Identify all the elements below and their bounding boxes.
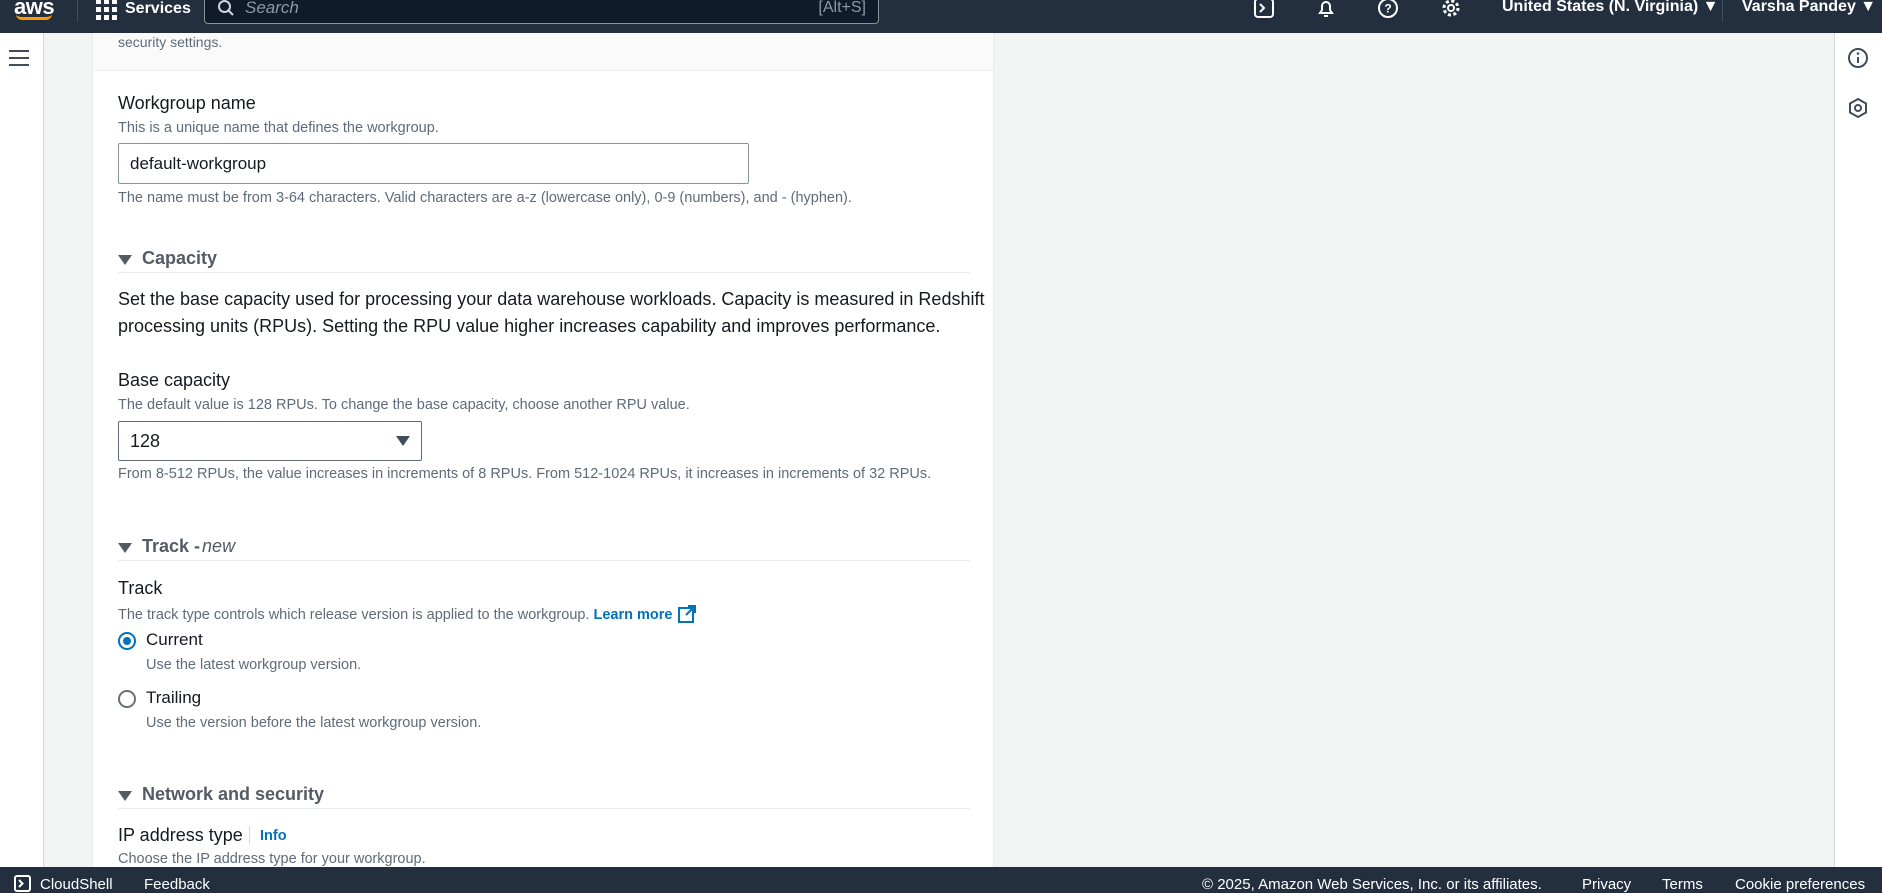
panel-header: security settings. (93, 33, 993, 71)
track-current-label[interactable]: Current (146, 630, 203, 650)
base-capacity-constraint: From 8-512 RPUs, the value increases in … (118, 466, 932, 482)
feedback-link[interactable]: Feedback (144, 876, 210, 893)
cloudshell-link[interactable]: CloudShell (40, 876, 113, 893)
cookie-preferences-link[interactable]: Cookie preferences (1735, 876, 1865, 893)
create-workgroup-panel: security settings. Workgroup name This i… (92, 33, 994, 867)
network-security-section-title: Network and security (142, 784, 325, 804)
right-tools-rail (1834, 33, 1882, 867)
track-section-header[interactable]: Track - new (118, 533, 970, 561)
track-description-row: The track type controls which release ve… (118, 604, 697, 624)
capacity-description-line1: Set the base capacity used for processin… (118, 289, 985, 309)
cloudshell-icon[interactable] (1252, 0, 1276, 20)
settings-gear-icon[interactable] (1439, 0, 1463, 20)
capacity-description-line2: processing units (RPUs). Setting the RPU… (118, 316, 941, 336)
base-capacity-description: The default value is 128 RPUs. To change… (118, 397, 690, 413)
learn-more-link[interactable]: Learn more (594, 607, 673, 623)
console-footer: CloudShell Feedback © 2025, Amazon Web S… (0, 867, 1882, 893)
terms-link[interactable]: Terms (1662, 876, 1703, 893)
ip-address-type-label: IP address type (118, 825, 243, 845)
base-capacity-value: 128 (130, 430, 161, 451)
workgroup-name-value: default-workgroup (130, 153, 267, 173)
services-label: Services (125, 0, 191, 17)
search-icon (218, 0, 234, 16)
ip-address-type-description: Choose the IP address type for your work… (118, 851, 426, 867)
notifications-bell-icon[interactable] (1314, 0, 1338, 20)
track-description: The track type controls which release ve… (118, 607, 590, 623)
nav-divider (1722, 0, 1723, 22)
caret-down-icon (118, 254, 132, 265)
info-divider (249, 826, 250, 844)
workgroup-name-input[interactable]: default-workgroup (118, 143, 749, 184)
caret-down-icon (118, 790, 132, 801)
workgroup-name-constraint: The name must be from 3-64 characters. V… (118, 190, 852, 206)
network-security-section-header[interactable]: Network and security (118, 781, 970, 809)
copyright-text: © 2025, Amazon Web Services, Inc. or its… (1202, 876, 1542, 893)
external-link-icon[interactable] (677, 604, 697, 624)
cloudshell-icon[interactable] (14, 875, 31, 892)
services-grid-icon (96, 0, 117, 20)
track-new-tag: new (202, 536, 236, 556)
services-menu-button[interactable]: Services (96, 0, 191, 20)
workgroup-name-description: This is a unique name that defines the w… (118, 120, 439, 136)
menu-hamburger-icon[interactable] (9, 50, 29, 71)
track-label: Track (118, 578, 163, 598)
caret-down-icon (118, 542, 132, 553)
info-link[interactable]: Info (260, 828, 287, 844)
info-panel-icon[interactable] (1847, 47, 1869, 74)
capacity-section-header[interactable]: Capacity (118, 245, 970, 273)
workgroup-name-label: Workgroup name (118, 93, 256, 113)
panel-header-text: security settings. (118, 34, 223, 50)
track-trailing-radio[interactable] (118, 690, 136, 708)
left-navigation-rail (0, 33, 44, 867)
top-navigation: aws Services Search [Alt+S] ? United Sta… (0, 0, 1882, 33)
tutorial-hexagon-icon[interactable] (1847, 97, 1869, 124)
search-placeholder: Search (245, 0, 299, 17)
track-trailing-description: Use the version before the latest workgr… (146, 715, 482, 731)
svg-text:?: ? (1384, 2, 1391, 16)
search-input[interactable]: Search [Alt+S] (204, 0, 879, 24)
nav-divider (77, 0, 78, 22)
track-section-title: Track - (142, 536, 201, 556)
capacity-section-title: Capacity (142, 248, 218, 268)
track-current-radio[interactable] (118, 632, 136, 650)
help-icon[interactable]: ? (1376, 0, 1400, 20)
region-selector[interactable]: United States (N. Virginia) ▼ (1502, 0, 1718, 16)
base-capacity-select[interactable]: 128 (118, 421, 422, 461)
track-trailing-label[interactable]: Trailing (146, 688, 201, 708)
account-menu[interactable]: Varsha Pandey ▼ (1742, 0, 1876, 16)
search-shortcut: [Alt+S] (818, 0, 866, 16)
chevron-down-icon (396, 436, 410, 446)
privacy-link[interactable]: Privacy (1582, 876, 1631, 893)
base-capacity-label: Base capacity (118, 370, 231, 390)
aws-logo-smile (16, 14, 52, 20)
track-current-description: Use the latest workgroup version. (146, 657, 362, 673)
